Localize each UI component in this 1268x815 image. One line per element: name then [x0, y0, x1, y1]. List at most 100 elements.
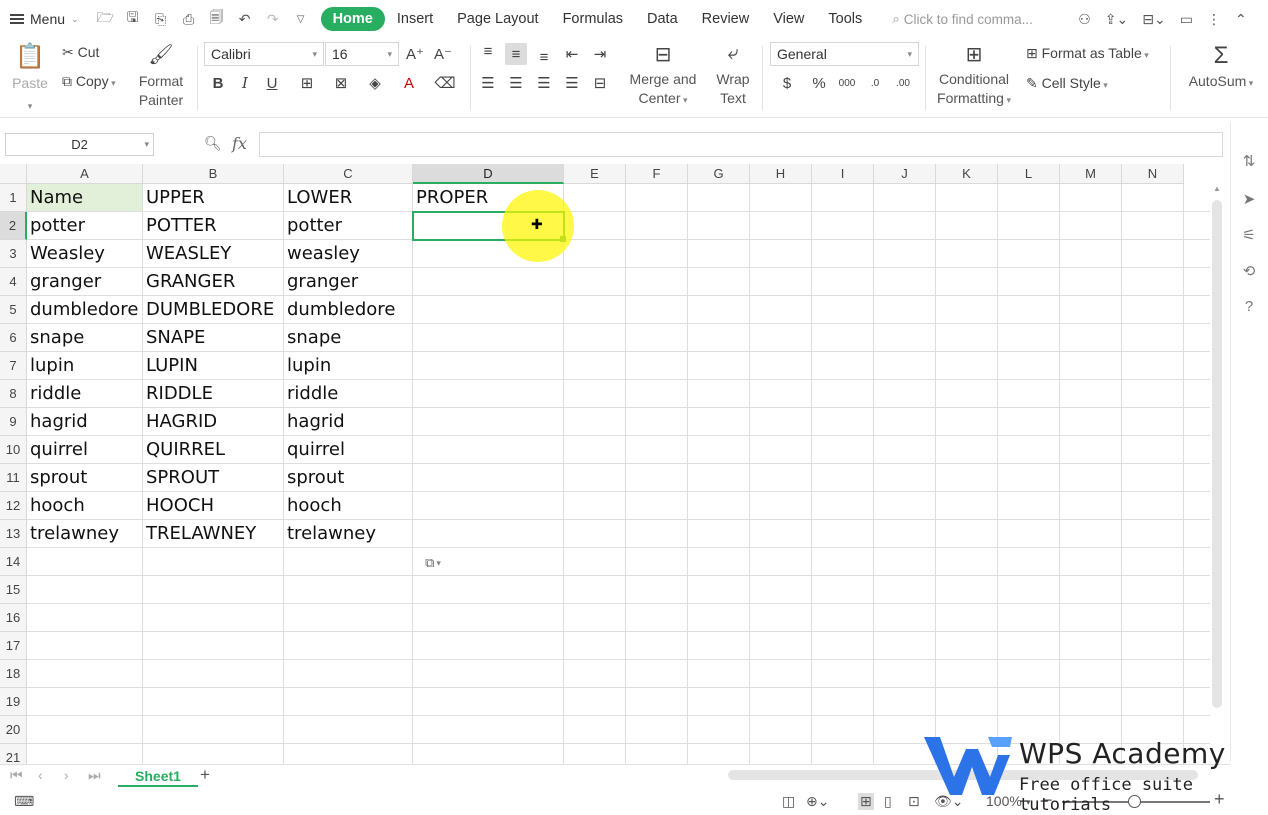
normal-view-icon[interactable]: ⊞: [858, 793, 874, 810]
cell-c9[interactable]: hagrid: [284, 408, 413, 436]
tab-tools[interactable]: Tools: [816, 7, 874, 31]
borders-icon[interactable]: ⊞: [296, 72, 318, 94]
fill-color-icon[interactable]: ◈: [364, 72, 386, 94]
cell-a11[interactable]: sprout: [27, 464, 143, 492]
column-header-l[interactable]: L: [998, 164, 1060, 184]
cell-c3[interactable]: weasley: [284, 240, 413, 268]
distributed-icon[interactable]: ⊟: [589, 72, 611, 94]
cell-b2[interactable]: POTTER: [143, 212, 284, 240]
cell-b5[interactable]: DUMBLEDORE: [143, 296, 284, 324]
row-header-14[interactable]: 14: [0, 548, 27, 576]
tab-view[interactable]: View: [761, 7, 816, 31]
more-tools-icon[interactable]: ⊟⌄: [1142, 11, 1165, 28]
eye-protection-icon[interactable]: 👁︎⌄: [934, 793, 964, 810]
row-header-10[interactable]: 10: [0, 436, 27, 464]
merge-center-button[interactable]: ⊟ Merge and Center ▾: [622, 42, 704, 110]
align-left-icon[interactable]: ☰: [477, 72, 499, 94]
column-header-m[interactable]: M: [1060, 164, 1122, 184]
cell-style-button[interactable]: ✎ Cell Style ▾: [1026, 75, 1108, 92]
cell-b1[interactable]: UPPER: [143, 184, 284, 212]
cell-d12[interactable]: [413, 492, 564, 520]
cell-c2[interactable]: potter: [284, 212, 413, 240]
tab-review[interactable]: Review: [690, 7, 762, 31]
row-header-20[interactable]: 20: [0, 716, 27, 744]
cell-a1[interactable]: Name: [27, 184, 143, 212]
align-bottom-icon[interactable]: ≡: [533, 46, 555, 68]
cell-a8[interactable]: riddle: [27, 380, 143, 408]
cell-b3[interactable]: WEASLEY: [143, 240, 284, 268]
cell-b4[interactable]: GRANGER: [143, 268, 284, 296]
row-header-4[interactable]: 4: [0, 268, 27, 296]
more-options-icon[interactable]: ⋮: [1207, 11, 1221, 28]
cell-a10[interactable]: quirrel: [27, 436, 143, 464]
cell-d5[interactable]: [413, 296, 564, 324]
last-sheet-icon[interactable]: ⏭: [88, 767, 101, 784]
increase-decimal-icon[interactable]: .0: [864, 72, 886, 94]
percent-icon[interactable]: %: [808, 72, 830, 94]
cell-c4[interactable]: granger: [284, 268, 413, 296]
print-icon[interactable]: ⎙: [181, 11, 197, 28]
align-middle-icon[interactable]: ≡: [505, 43, 527, 65]
column-header-n[interactable]: N: [1122, 164, 1184, 184]
protect-icon[interactable]: ◫: [782, 793, 795, 810]
row-header-5[interactable]: 5: [0, 296, 27, 324]
cell-b9[interactable]: HAGRID: [143, 408, 284, 436]
tab-data[interactable]: Data: [635, 7, 690, 31]
decrease-decimal-icon[interactable]: .00: [892, 72, 914, 94]
row-header-8[interactable]: 8: [0, 380, 27, 408]
row-header-21[interactable]: 21: [0, 744, 27, 764]
formula-input[interactable]: [259, 132, 1223, 157]
column-header-e[interactable]: E: [564, 164, 626, 184]
row-header-6[interactable]: 6: [0, 324, 27, 352]
undo-icon[interactable]: ↶: [237, 11, 253, 28]
cell-c11[interactable]: sprout: [284, 464, 413, 492]
settings-sliders-icon[interactable]: ⚟: [1239, 226, 1259, 246]
cell-b11[interactable]: SPROUT: [143, 464, 284, 492]
cut-button[interactable]: ✂ Cut: [62, 44, 99, 61]
format-painter-button[interactable]: 🖌 Format Painter: [134, 42, 188, 110]
bold-icon[interactable]: B: [207, 72, 229, 94]
cell-a13[interactable]: trelawney: [27, 520, 143, 548]
font-name-select[interactable]: Calibri ▾: [204, 42, 324, 66]
align-top-icon[interactable]: ≡: [477, 40, 499, 62]
name-box[interactable]: D2 ▾: [5, 133, 154, 156]
currency-icon[interactable]: $: [776, 72, 798, 94]
zoom-formula-icon[interactable]: 🔍︎: [204, 135, 222, 152]
history-icon[interactable]: ⟲: [1239, 262, 1259, 282]
row-header-16[interactable]: 16: [0, 604, 27, 632]
select-pointer-icon[interactable]: ➤: [1239, 190, 1259, 210]
copy-button[interactable]: ⧉ Copy ▾: [62, 73, 116, 90]
cell-a4[interactable]: granger: [27, 268, 143, 296]
cell-a7[interactable]: lupin: [27, 352, 143, 380]
cell-b12[interactable]: HOOCH: [143, 492, 284, 520]
cell-b7[interactable]: LUPIN: [143, 352, 284, 380]
save-icon[interactable]: 🖫: [125, 7, 141, 31]
align-center-icon[interactable]: ☰: [505, 72, 527, 94]
increase-indent-icon[interactable]: ⇥: [589, 43, 611, 65]
cell-c7[interactable]: lupin: [284, 352, 413, 380]
vertical-scroll-thumb[interactable]: [1212, 200, 1222, 708]
cell-c8[interactable]: riddle: [284, 380, 413, 408]
column-header-c[interactable]: C: [284, 164, 413, 184]
cell-d10[interactable]: [413, 436, 564, 464]
cell-fill-style-icon[interactable]: ⊠: [330, 72, 352, 94]
cell-d6[interactable]: [413, 324, 564, 352]
cell-a5[interactable]: dumbledore: [27, 296, 143, 324]
paste-options-button[interactable]: ⧉ ▾: [418, 552, 448, 574]
cell-d9[interactable]: [413, 408, 564, 436]
increase-font-icon[interactable]: A⁺: [404, 43, 426, 65]
cell-b13[interactable]: TRELAWNEY: [143, 520, 284, 548]
italic-icon[interactable]: I: [234, 72, 256, 94]
print-preview-icon[interactable]: 🗐: [209, 7, 225, 31]
next-sheet-icon[interactable]: ›: [64, 767, 69, 783]
justify-icon[interactable]: ☰: [561, 72, 583, 94]
row-header-12[interactable]: 12: [0, 492, 27, 520]
cell-a3[interactable]: Weasley: [27, 240, 143, 268]
format-as-table-button[interactable]: ⊞ Format as Table ▾: [1026, 45, 1149, 62]
column-header-i[interactable]: I: [812, 164, 874, 184]
vertical-scrollbar[interactable]: ▲: [1210, 184, 1224, 714]
select-all-corner[interactable]: [0, 164, 27, 184]
row-header-11[interactable]: 11: [0, 464, 27, 492]
column-header-h[interactable]: H: [750, 164, 812, 184]
sheet-tab-sheet1[interactable]: Sheet1: [118, 765, 198, 787]
